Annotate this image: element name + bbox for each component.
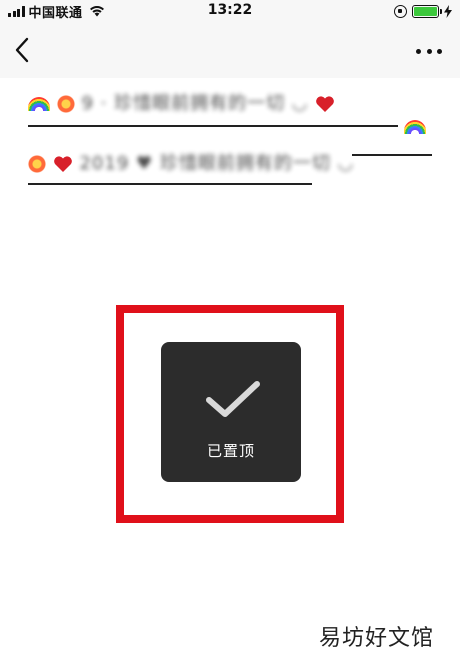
charging-bolt-icon [444,4,452,18]
nav-bar [0,22,460,78]
more-dots-icon[interactable] [416,46,442,56]
checkmark-icon [206,381,260,417]
pin-toast: 已置顶 [161,342,301,482]
rainbow-emoji-icon [28,97,50,111]
orientation-lock-icon [394,4,407,18]
explosion-emoji-icon [56,95,75,113]
dash-divider [28,183,312,185]
toast-label: 已置顶 [206,442,255,460]
message-line-1: 9 · 珍惜眼前拥有的一切 ◡ [28,92,335,116]
heart-emoji-icon [53,156,72,172]
message-text-1: 9 · 珍惜眼前拥有的一切 ◡ [81,93,309,114]
message-text-2: 2019 ♥ 珍惜眼前拥有的一切 ◡ [79,153,355,174]
status-right [394,3,452,19]
dash-divider [352,154,432,156]
watermark: 易坊好文馆 [318,626,434,651]
rainbow-emoji-icon [404,120,426,134]
dash-divider [28,125,398,127]
status-time: 13:22 [207,2,253,18]
battery-icon [412,4,442,18]
battery-fill [414,6,437,16]
chevron-left-icon[interactable] [10,36,36,64]
status-bar: 中国联通 13:22 [0,0,460,22]
explosion-emoji-icon [28,155,46,173]
message-line-2: 2019 ♥ 珍惜眼前拥有的一切 ◡ [28,152,354,176]
heart-emoji-icon [316,96,335,112]
